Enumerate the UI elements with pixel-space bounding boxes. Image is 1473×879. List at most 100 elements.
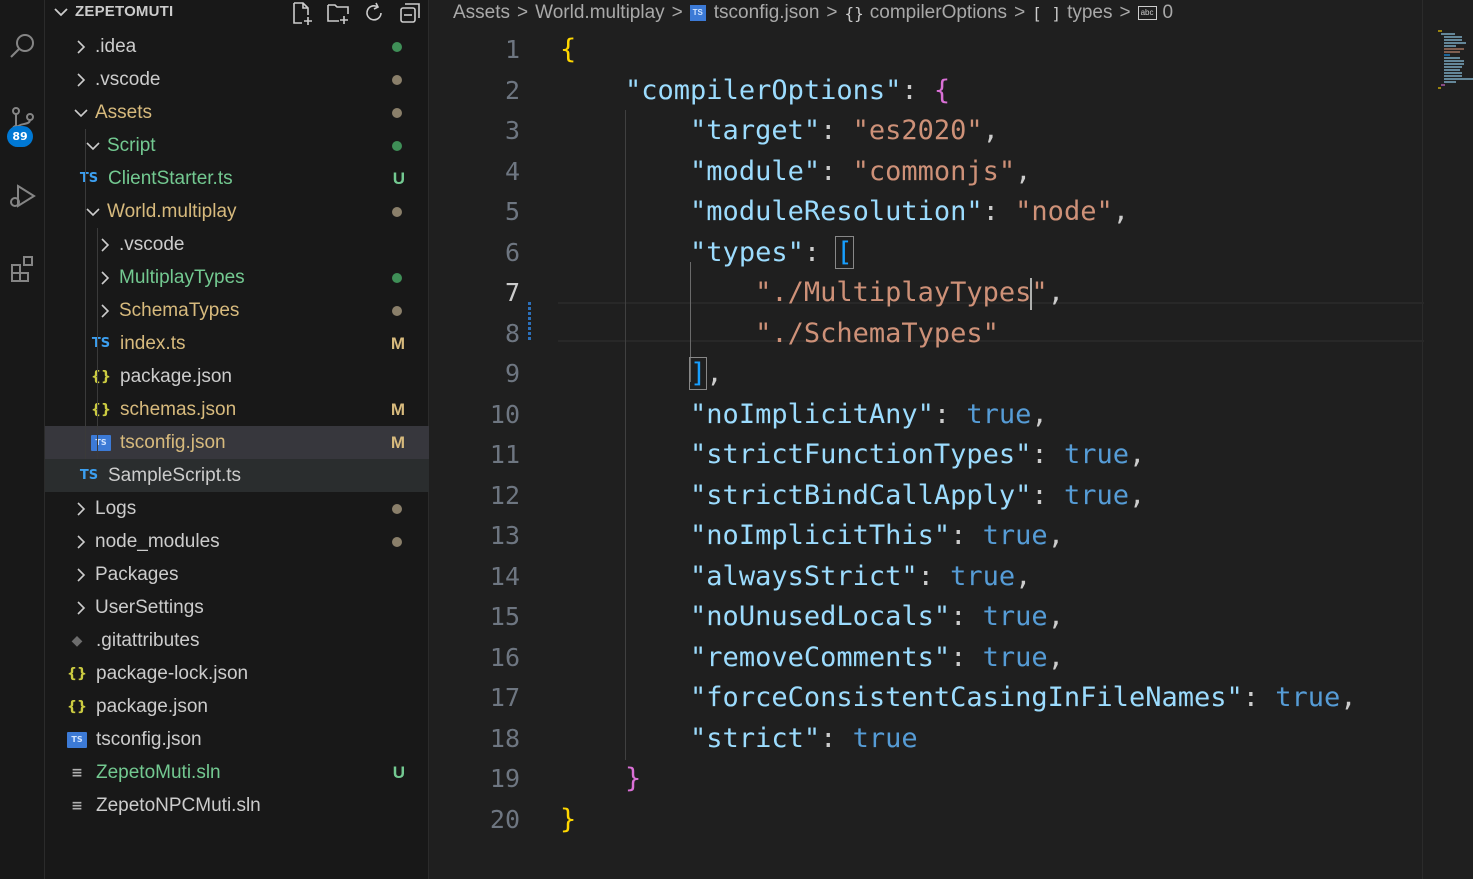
workspace-title[interactable]: ZEPETOMUTI — [75, 3, 173, 20]
breadcrumb-item[interactable]: TS tsconfig.json — [689, 2, 819, 24]
tree-file-item[interactable]: ◆ .gitattributes — [45, 624, 429, 657]
breadcrumb-item[interactable]: World.multiplay — [535, 2, 665, 24]
chevron-right-icon[interactable] — [73, 598, 89, 618]
code-token: , — [1047, 520, 1064, 551]
tree-folder-item[interactable]: Packages — [45, 558, 429, 591]
chevron-down-icon[interactable] — [85, 202, 101, 222]
new-file-icon[interactable] — [289, 1, 315, 25]
breadcrumb-item[interactable]: Assets — [453, 2, 510, 24]
code-line[interactable]: 13 "noImplicitThis": true, — [430, 516, 1430, 556]
chevron-down-icon[interactable] — [53, 4, 69, 24]
object-icon: {} — [844, 3, 864, 23]
code-line[interactable]: 3 "target": "es2020", — [430, 111, 1430, 151]
code-line[interactable]: 20} — [430, 800, 1430, 840]
line-number: 13 — [489, 521, 520, 550]
tree-file-item[interactable]: TS tsconfig.json M — [45, 426, 429, 459]
tree-file-item[interactable]: {} schemas.json M — [45, 393, 429, 426]
ts-file-icon: TS — [689, 5, 706, 21]
code-text: } — [560, 759, 641, 799]
breadcrumb-item[interactable]: {} compilerOptions — [845, 2, 1008, 24]
tree-item-label: UserSettings — [95, 596, 204, 618]
collapse-all-icon[interactable] — [397, 1, 423, 25]
chevron-right-icon[interactable] — [73, 565, 89, 585]
chevron-down-icon[interactable] — [73, 103, 89, 123]
tree-folder-item[interactable]: Logs — [45, 492, 429, 525]
typescript-file-icon: TS — [91, 336, 111, 351]
chevron-right-icon[interactable] — [73, 70, 89, 90]
tree-file-item[interactable]: {} package.json — [45, 690, 429, 723]
refresh-icon[interactable] — [361, 1, 387, 25]
breadcrumb-item[interactable]: [ ] types — [1032, 2, 1112, 24]
code-line[interactable]: 2 "compilerOptions": { — [430, 71, 1430, 111]
tree-folder-item[interactable]: SchemaTypes — [45, 294, 429, 327]
code-line[interactable]: 7 "./MultiplayTypes", — [430, 273, 1430, 313]
code-line[interactable]: 6 "types": [ — [430, 233, 1430, 273]
git-status-dot — [392, 107, 402, 118]
code-line[interactable]: 9 ], — [430, 354, 1430, 394]
code-text: "./SchemaTypes" — [560, 314, 999, 354]
string-icon: abc — [1137, 6, 1157, 20]
run-debug-icon[interactable] — [0, 176, 45, 216]
code-text: "removeComments": true, — [560, 638, 1064, 678]
json-file-icon: {} — [67, 665, 87, 682]
git-status-dot — [392, 305, 402, 316]
code-token: "commonjs" — [852, 155, 1016, 187]
code-token: : — [820, 155, 853, 187]
code-token: , — [1128, 479, 1146, 511]
new-folder-icon[interactable] — [325, 1, 351, 25]
chevron-down-icon[interactable] — [85, 136, 101, 156]
tree-file-item[interactable]: TS tsconfig.json — [45, 723, 429, 756]
tree-folder-item[interactable]: Assets — [45, 96, 429, 129]
tree-file-item[interactable]: TS index.ts M — [45, 327, 429, 360]
tree-folder-item[interactable]: .idea — [45, 30, 429, 63]
code-text: "moduleResolution": "node", — [560, 192, 1129, 232]
tree-file-item[interactable]: {} package-lock.json — [45, 657, 429, 690]
tree-folder-item[interactable]: .vscode — [45, 228, 429, 261]
git-status-dot — [392, 503, 402, 514]
tree-folder-item[interactable]: UserSettings — [45, 591, 429, 624]
code-line[interactable]: 15 "noUnusedLocals": true, — [430, 597, 1430, 637]
search-icon[interactable] — [0, 26, 45, 66]
code-line[interactable]: 18 "strict": true — [430, 719, 1430, 759]
tree-folder-item[interactable]: Script — [45, 129, 429, 162]
chevron-right-icon[interactable] — [97, 268, 113, 288]
chevron-right-icon[interactable] — [97, 301, 113, 321]
code-token: "strict" — [690, 722, 821, 754]
tree-file-item[interactable]: {} package.json — [45, 360, 429, 393]
code-token: , — [706, 358, 723, 389]
tree-file-item[interactable]: ≡ ZepetoNPCMuti.sln — [45, 789, 429, 822]
tree-folder-item[interactable]: node_modules — [45, 525, 429, 558]
code-line[interactable]: 19 } — [430, 759, 1430, 799]
breadcrumb-label: compilerOptions — [869, 2, 1008, 23]
code-line[interactable]: 16 "removeComments": true, — [430, 638, 1430, 678]
breadcrumb-item[interactable]: abc 0 — [1137, 2, 1173, 24]
tree-item-label: MultiplayTypes — [119, 266, 245, 288]
chevron-right-icon[interactable] — [97, 235, 113, 255]
code-line[interactable]: 10 "noImplicitAny": true, — [430, 395, 1430, 435]
code-line[interactable]: 17 "forceConsistentCasingInFileNames": t… — [430, 678, 1430, 718]
code-line[interactable]: 1{ — [430, 30, 1430, 70]
code-line[interactable]: 11 "strictFunctionTypes": true, — [430, 435, 1430, 475]
extensions-icon[interactable] — [0, 248, 45, 288]
code-token: , — [1031, 398, 1048, 430]
code-line[interactable]: 8 "./SchemaTypes" — [430, 314, 1430, 354]
chevron-right-icon[interactable] — [73, 499, 89, 519]
code-token: : — [950, 641, 983, 673]
code-line[interactable]: 5 "moduleResolution": "node", — [430, 192, 1430, 232]
tree-file-item[interactable]: TS ClientStarter.ts U — [45, 162, 429, 195]
tree-file-item[interactable]: ≡ ZepetoMuti.sln U — [45, 756, 429, 789]
code-line[interactable]: 14 "alwaysStrict": true, — [430, 557, 1430, 597]
code-token: , — [1128, 439, 1146, 470]
tree-folder-item[interactable]: .vscode — [45, 63, 429, 96]
code-line[interactable]: 12 "strictBindCallApply": true, — [430, 476, 1430, 516]
tree-folder-item[interactable]: World.multiplay — [45, 195, 429, 228]
chevron-right-icon[interactable] — [73, 37, 89, 57]
tree-file-item[interactable]: TS SampleScript.ts — [45, 459, 429, 492]
minimap[interactable] — [1438, 30, 1473, 89]
line-number: 11 — [489, 440, 520, 469]
code-text: "noImplicitThis": true, — [560, 516, 1064, 556]
tree-folder-item[interactable]: MultiplayTypes — [45, 261, 429, 294]
code-line[interactable]: 4 "module": "commonjs", — [430, 152, 1430, 192]
chevron-right-icon[interactable] — [73, 532, 89, 552]
code-token: : — [1031, 479, 1064, 511]
